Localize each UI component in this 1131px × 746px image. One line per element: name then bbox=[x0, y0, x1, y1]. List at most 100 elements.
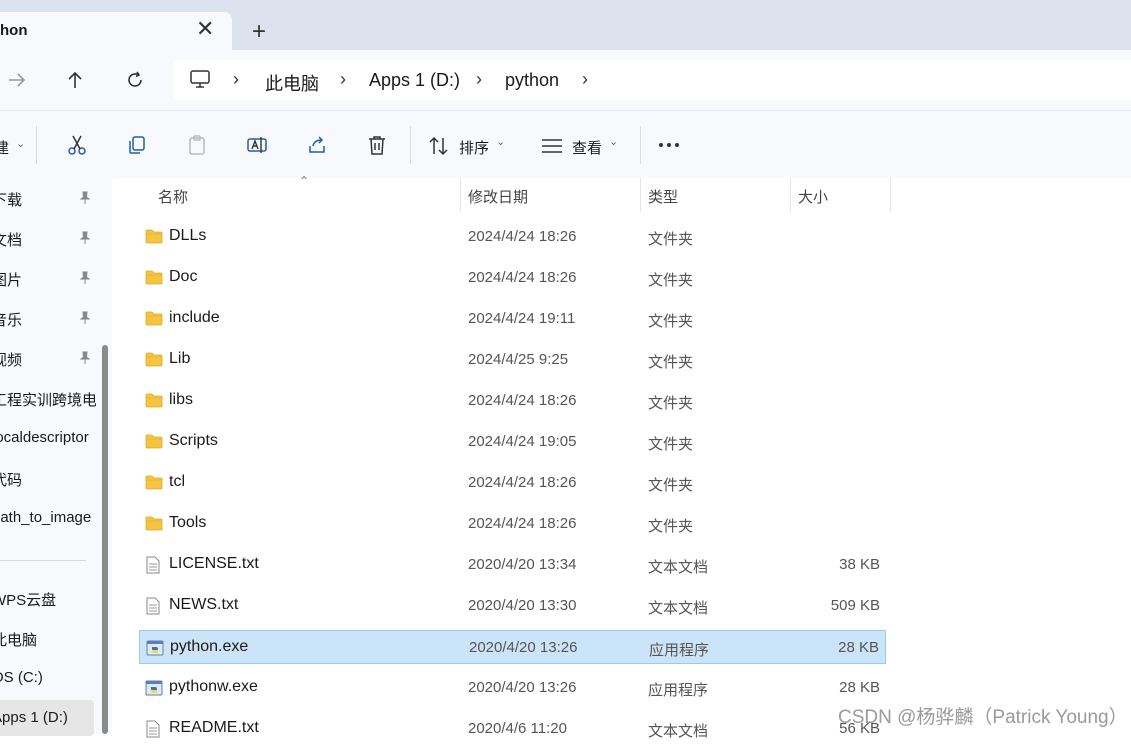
column-header-name[interactable]: 名称 bbox=[158, 186, 188, 207]
chevron-right-icon[interactable]: › bbox=[582, 69, 588, 90]
copy-button[interactable] bbox=[122, 130, 152, 160]
file-size: 38 KB bbox=[839, 556, 880, 573]
file-name: libs bbox=[169, 391, 194, 408]
column-header-date[interactable]: 修改日期 bbox=[468, 186, 528, 207]
file-row[interactable]: tcl 2024/4/24 18:26 文件夹 bbox=[139, 466, 886, 500]
more-options-button[interactable] bbox=[656, 131, 686, 159]
file-name: tcl bbox=[169, 473, 185, 490]
column-divider[interactable] bbox=[890, 178, 891, 212]
sidebar-divider bbox=[0, 560, 86, 561]
folder-icon bbox=[145, 310, 163, 328]
file-row[interactable]: libs 2024/4/24 18:26 文件夹 bbox=[139, 384, 886, 418]
navigation-pane bbox=[0, 178, 112, 734]
chevron-down-icon: ⌄ bbox=[609, 136, 619, 148]
file-modified-date: 2024/4/24 19:11 bbox=[468, 310, 576, 327]
column-header-type[interactable]: 类型 bbox=[648, 186, 678, 207]
refresh-button[interactable] bbox=[120, 65, 150, 95]
file-row[interactable]: NEWS.txt 2020/4/20 13:30 文本文档 509 KB bbox=[139, 589, 886, 623]
file-row[interactable]: include 2024/4/24 19:11 文件夹 bbox=[139, 302, 886, 336]
tab-python[interactable]: hon ✕ bbox=[0, 12, 232, 50]
file-size: 28 KB bbox=[838, 639, 879, 656]
file-type: 文件夹 bbox=[648, 436, 694, 453]
column-divider[interactable] bbox=[640, 178, 641, 212]
forward-button[interactable] bbox=[2, 65, 32, 95]
chevron-right-icon[interactable]: › bbox=[476, 69, 482, 90]
refresh-icon bbox=[128, 71, 142, 87]
breadcrumb-drive-d[interactable]: Apps 1 (D:) bbox=[369, 70, 460, 91]
file-name: python.exe bbox=[170, 638, 249, 655]
arrow-up-icon bbox=[68, 71, 82, 88]
chevron-right-icon[interactable]: › bbox=[233, 69, 239, 90]
pin-icon bbox=[78, 231, 92, 250]
computer-icon bbox=[189, 69, 211, 94]
scissors-icon bbox=[68, 135, 86, 155]
pin-icon bbox=[78, 191, 92, 210]
python-exe-icon bbox=[146, 639, 164, 657]
more-icon bbox=[659, 143, 679, 147]
file-name: README.txt bbox=[169, 719, 259, 736]
file-type: 文本文档 bbox=[648, 559, 709, 576]
file-row[interactable]: python.exe 2020/4/20 13:26 应用程序 28 KB bbox=[139, 630, 886, 664]
sort-ascending-icon: ⌃ bbox=[299, 174, 310, 188]
sidebar-item-label[interactable]: path_to_image bbox=[0, 509, 96, 529]
toolbar-divider bbox=[410, 126, 411, 164]
clipboard-icon bbox=[189, 135, 205, 155]
column-divider[interactable] bbox=[460, 178, 461, 212]
file-row[interactable]: README.txt 2020/4/6 11:20 文本文档 56 KB bbox=[139, 712, 886, 746]
file-row[interactable]: pythonw.exe 2020/4/20 13:26 应用程序 28 KB bbox=[139, 671, 886, 705]
file-modified-date: 2024/4/25 9:25 bbox=[468, 351, 569, 368]
folder-icon bbox=[145, 351, 163, 369]
sort-icon bbox=[429, 136, 448, 156]
sidebar-scrollbar[interactable] bbox=[102, 345, 108, 734]
new-label: 建 bbox=[0, 140, 10, 157]
column-divider[interactable] bbox=[790, 178, 791, 212]
file-row[interactable]: Doc 2024/4/24 18:26 文件夹 bbox=[139, 261, 886, 295]
breadcrumb-this-pc[interactable]: 此电脑 bbox=[265, 70, 319, 96]
breadcrumb-python[interactable]: python bbox=[505, 70, 559, 91]
rename-button[interactable] bbox=[242, 130, 272, 160]
cut-button[interactable] bbox=[62, 130, 92, 160]
text-file-icon bbox=[145, 720, 163, 738]
up-button[interactable] bbox=[60, 65, 90, 95]
close-tab-icon[interactable]: ✕ bbox=[196, 18, 214, 40]
folder-icon bbox=[145, 392, 163, 410]
file-modified-date: 2024/4/24 18:26 bbox=[468, 392, 577, 409]
chevron-right-icon[interactable]: › bbox=[340, 69, 346, 90]
watermark: CSDN @杨骅麟（Patrick Young） bbox=[838, 707, 1128, 728]
file-modified-date: 2024/4/24 18:26 bbox=[468, 269, 577, 286]
paste-button[interactable] bbox=[182, 130, 212, 160]
share-button[interactable] bbox=[302, 130, 332, 160]
column-header-size[interactable]: 大小 bbox=[798, 186, 828, 207]
file-modified-date: 2024/4/24 18:26 bbox=[468, 474, 577, 491]
file-type: 文件夹 bbox=[648, 231, 694, 248]
file-row[interactable]: Tools 2024/4/24 18:26 文件夹 bbox=[139, 507, 886, 541]
sidebar-drive-label[interactable]: Apps 1 (D:) bbox=[0, 709, 92, 729]
file-modified-date: 2024/4/24 18:26 bbox=[468, 228, 577, 245]
delete-button[interactable] bbox=[362, 130, 392, 160]
sidebar-item-label[interactable]: 代码 bbox=[0, 469, 96, 489]
new-tab-button[interactable]: + bbox=[252, 20, 266, 44]
share-icon bbox=[309, 136, 325, 153]
file-modified-date: 2020/4/6 11:20 bbox=[468, 720, 567, 737]
sidebar-item-label[interactable]: 工程实训跨境电 bbox=[0, 389, 96, 409]
sort-label: 排序 bbox=[459, 140, 490, 157]
sidebar-drive-label[interactable]: 此电脑 bbox=[0, 629, 92, 649]
file-row[interactable]: LICENSE.txt 2020/4/20 13:34 文本文档 38 KB bbox=[139, 548, 886, 582]
file-type: 文件夹 bbox=[648, 272, 694, 289]
file-type: 应用程序 bbox=[648, 682, 709, 699]
folder-icon bbox=[145, 228, 163, 246]
file-type: 文本文档 bbox=[648, 723, 709, 740]
sort-button[interactable]: 排序 ⌄ bbox=[428, 132, 510, 160]
sidebar-item-label[interactable]: localdescriptor bbox=[0, 429, 96, 449]
file-row[interactable]: Scripts 2024/4/24 19:05 文件夹 bbox=[139, 425, 886, 459]
view-button[interactable]: 查看 ⌄ bbox=[540, 132, 622, 160]
folder-icon bbox=[145, 269, 163, 287]
file-row[interactable]: Lib 2024/4/25 9:25 文件夹 bbox=[139, 343, 886, 377]
sidebar-drive-label[interactable]: WPS云盘 bbox=[0, 589, 92, 609]
sidebar-drive-label[interactable]: OS (C:) bbox=[0, 669, 92, 689]
file-type: 文件夹 bbox=[648, 313, 694, 330]
toolbar-divider bbox=[640, 126, 641, 164]
file-name: Scripts bbox=[169, 432, 218, 449]
file-row[interactable]: DLLs 2024/4/24 18:26 文件夹 bbox=[139, 220, 886, 254]
pin-icon bbox=[78, 271, 92, 290]
